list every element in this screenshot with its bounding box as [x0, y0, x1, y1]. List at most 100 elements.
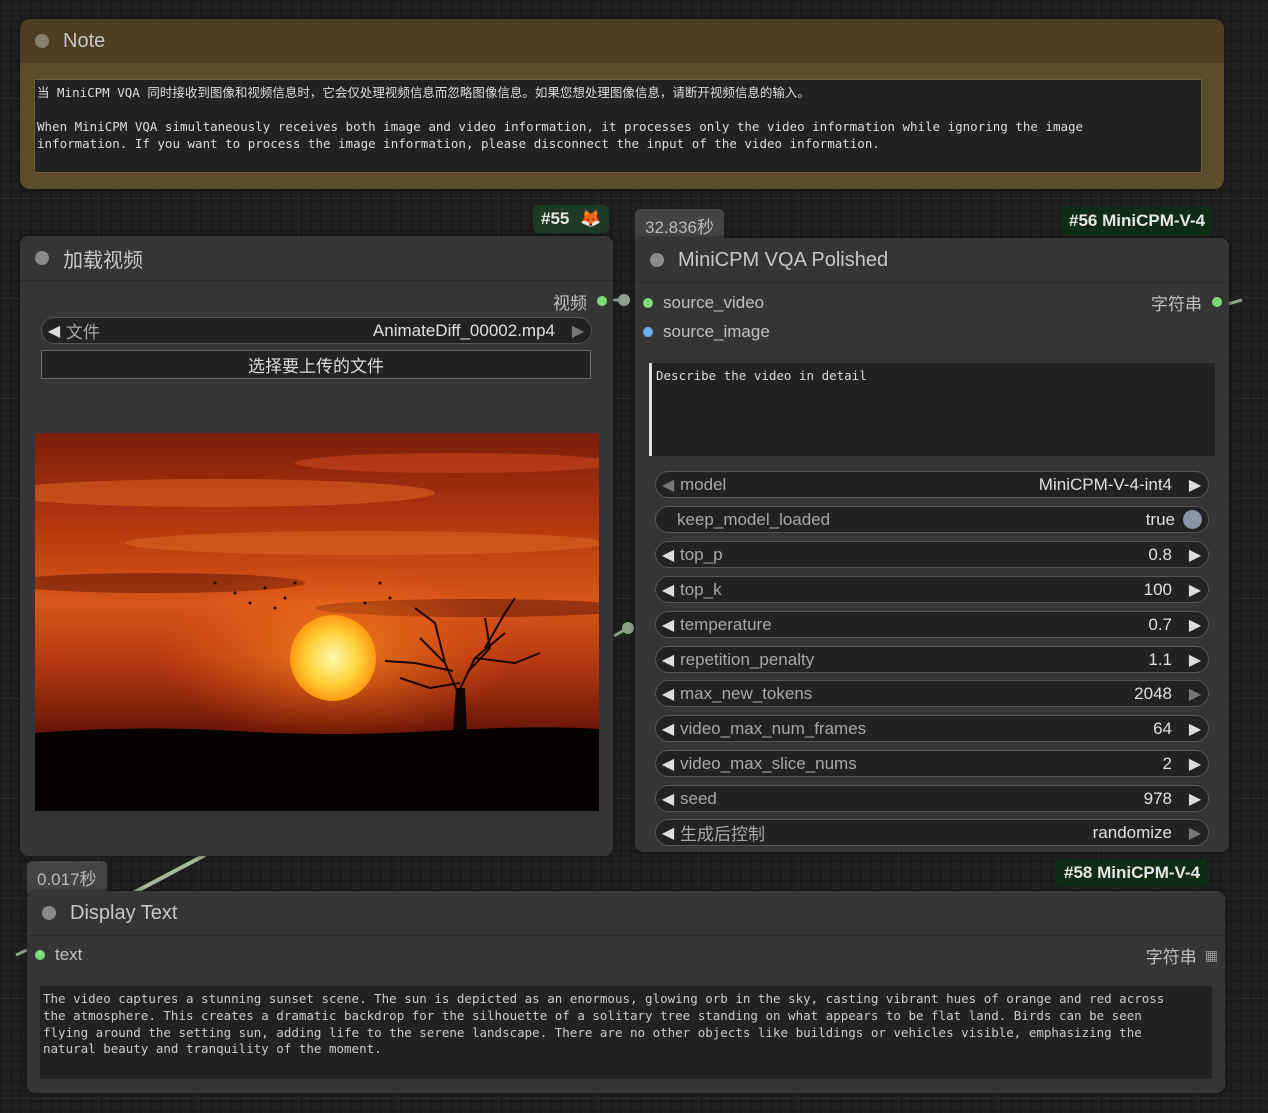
next-arrow-icon[interactable]: ▶: [1182, 475, 1208, 495]
decrement-arrow-icon[interactable]: ◀: [656, 580, 680, 600]
execution-time-label: 0.017秒: [27, 861, 107, 894]
increment-arrow-icon[interactable]: ▶: [1182, 580, 1208, 600]
widget-label: 生成后控制: [680, 825, 765, 844]
increment-arrow-icon[interactable]: ▶: [1182, 545, 1208, 565]
widget-value: 2048: [1134, 683, 1172, 703]
fox-icon: 🦊: [580, 209, 602, 228]
widget-value: 1.1: [1148, 649, 1172, 669]
top-k-number[interactable]: ◀ top_k 100 ▶: [655, 576, 1209, 603]
top-p-number[interactable]: ◀ top_p 0.8 ▶: [655, 541, 1209, 568]
display-text-node[interactable]: Display Text text 字符串 ▦ The video captur…: [27, 891, 1225, 1093]
increment-arrow-icon[interactable]: ▶: [1182, 789, 1208, 809]
widget-value: 2: [1162, 753, 1172, 773]
prev-arrow-icon[interactable]: ◀: [42, 321, 66, 341]
output-label: 字符串: [1151, 294, 1202, 314]
widget-value: AnimateDiff_00002.mp4: [372, 320, 555, 340]
widget-value: 978: [1143, 788, 1172, 808]
collapse-dot-icon[interactable]: [35, 251, 49, 265]
file-combo[interactable]: ◀ 文件 AnimateDiff_00002.mp4 ▶: [41, 317, 592, 344]
node-title: Note: [63, 29, 106, 52]
grid-slot-icon[interactable]: ▦: [1205, 947, 1218, 964]
increment-arrow-icon[interactable]: ▶: [1182, 684, 1208, 704]
decrement-arrow-icon[interactable]: ◀: [656, 719, 680, 739]
prompt-textarea[interactable]: Describe the video in detail: [649, 363, 1215, 456]
widget-label: top_k: [680, 579, 722, 599]
seed-number[interactable]: ◀ seed 978 ▶: [655, 785, 1209, 812]
video-max-slice-nums-number[interactable]: ◀ video_max_slice_nums 2 ▶: [655, 750, 1209, 777]
prev-arrow-icon[interactable]: ◀: [656, 823, 680, 843]
node-title: Display Text: [70, 901, 178, 924]
output-label: 视频: [553, 293, 587, 313]
widget-label: model: [680, 474, 727, 494]
input-text-row: text: [35, 940, 82, 970]
widget-label: temperature: [680, 614, 772, 634]
widget-value: 64: [1153, 718, 1172, 738]
increment-arrow-icon[interactable]: ▶: [1182, 754, 1208, 774]
widget-label: top_p: [680, 544, 723, 564]
node-title-bar[interactable]: Display Text: [27, 891, 1225, 936]
sunset-tree-image: [35, 433, 599, 811]
video-max-num-frames-number[interactable]: ◀ video_max_num_frames 64 ▶: [655, 715, 1209, 742]
widget-value: 0.7: [1148, 614, 1172, 634]
input-label: source_image: [663, 322, 770, 341]
node-id-label: #55: [541, 209, 570, 228]
note-textarea[interactable]: 当 MiniCPM VQA 同时接收到图像和视频信息时，它会仅处理视频信息而忽略…: [34, 79, 1202, 173]
control-after-generate-combo[interactable]: ◀ 生成后控制 randomize ▶: [655, 819, 1209, 846]
collapse-dot-icon[interactable]: [35, 34, 49, 48]
minicpm-vqa-node[interactable]: MiniCPM VQA Polished source_video source…: [635, 238, 1229, 852]
input-label: text: [55, 945, 83, 964]
prev-arrow-icon[interactable]: ◀: [656, 475, 680, 495]
decrement-arrow-icon[interactable]: ◀: [656, 545, 680, 565]
decrement-arrow-icon[interactable]: ◀: [656, 650, 680, 670]
input-slot[interactable]: [643, 327, 653, 337]
output-string-row: 字符串: [1151, 287, 1222, 317]
input-source-image-row: source_image: [643, 317, 770, 347]
output-label: 字符串: [1145, 947, 1197, 967]
output-string-row: 字符串 ▦: [1145, 940, 1218, 970]
decrement-arrow-icon[interactable]: ◀: [656, 615, 680, 635]
upload-file-button[interactable]: 选择要上传的文件: [41, 350, 591, 379]
input-source-video-row: source_video: [643, 288, 764, 318]
output-textarea[interactable]: The video captures a stunning sunset sce…: [40, 986, 1212, 1079]
repetition-penalty-number[interactable]: ◀ repetition_penalty 1.1 ▶: [655, 646, 1209, 673]
increment-arrow-icon[interactable]: ▶: [1182, 719, 1208, 739]
note-node[interactable]: Note 当 MiniCPM VQA 同时接收到图像和视频信息时，它会仅处理视频…: [20, 19, 1224, 189]
max-new-tokens-number[interactable]: ◀ max_new_tokens 2048 ▶: [655, 680, 1209, 707]
collapse-dot-icon[interactable]: [42, 906, 56, 920]
input-slot[interactable]: [643, 298, 653, 308]
node-id-badge: #55 🦊: [533, 205, 610, 233]
node-title-bar[interactable]: 加载视频: [20, 236, 613, 281]
node-title-bar[interactable]: Note: [20, 19, 1224, 63]
widget-label: video_max_num_frames: [680, 718, 867, 738]
video-preview: [35, 433, 599, 811]
widget-label: seed: [680, 788, 717, 808]
node-title: MiniCPM VQA Polished: [678, 248, 889, 271]
widget-label: max_new_tokens: [680, 683, 813, 703]
input-slot[interactable]: [35, 950, 45, 960]
collapse-dot-icon[interactable]: [650, 253, 664, 267]
decrement-arrow-icon[interactable]: ◀: [656, 789, 680, 809]
widget-label: keep_model_loaded: [677, 509, 831, 529]
temperature-number[interactable]: ◀ temperature 0.7 ▶: [655, 611, 1209, 638]
next-arrow-icon[interactable]: ▶: [1182, 823, 1208, 843]
toggle-knob-icon[interactable]: [1183, 510, 1202, 529]
input-label: source_video: [663, 293, 765, 312]
increment-arrow-icon[interactable]: ▶: [1182, 615, 1208, 635]
next-arrow-icon[interactable]: ▶: [565, 321, 591, 341]
widget-label: 文件: [66, 323, 100, 342]
output-video-row: 视频: [553, 286, 607, 316]
output-slot[interactable]: [1212, 297, 1222, 307]
increment-arrow-icon[interactable]: ▶: [1182, 650, 1208, 670]
widget-label: video_max_slice_nums: [680, 753, 857, 773]
widget-label: repetition_penalty: [680, 649, 815, 669]
node-title: 加载视频: [63, 249, 143, 272]
decrement-arrow-icon[interactable]: ◀: [656, 754, 680, 774]
output-slot[interactable]: [597, 296, 607, 306]
node-title-bar[interactable]: MiniCPM VQA Polished: [635, 238, 1229, 283]
load-video-node[interactable]: 加载视频 视频 ◀ 文件 AnimateDiff_00002.mp4 ▶ 选择要…: [20, 236, 613, 856]
keep-model-loaded-toggle[interactable]: keep_model_loaded true: [655, 506, 1209, 533]
widget-value: MiniCPM-V-4-int4: [1038, 474, 1172, 494]
decrement-arrow-icon[interactable]: ◀: [656, 684, 680, 704]
model-combo[interactable]: ◀ model MiniCPM-V-4-int4 ▶: [655, 471, 1209, 498]
widget-value: randomize: [1092, 822, 1172, 842]
